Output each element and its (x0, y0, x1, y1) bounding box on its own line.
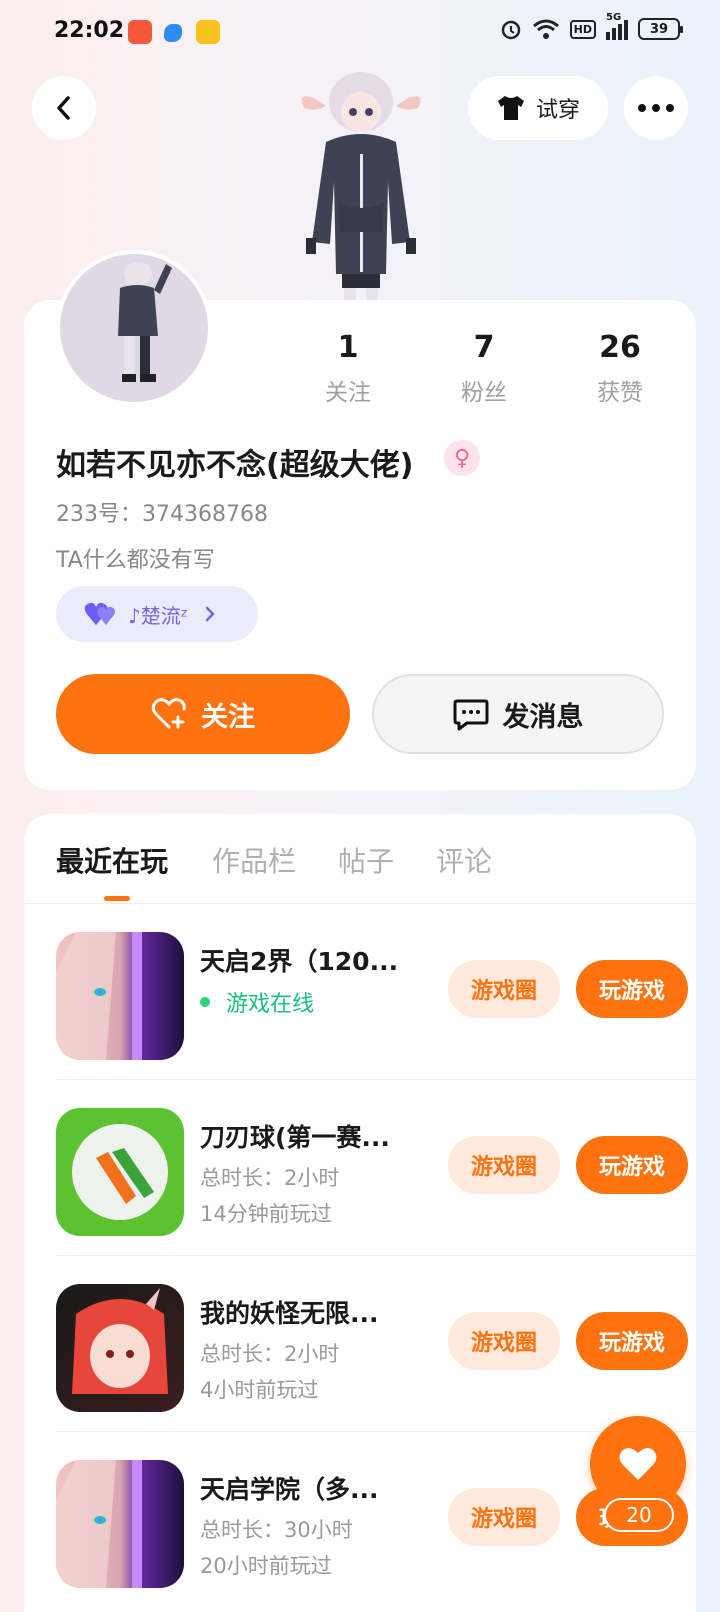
heart-plus-icon (151, 698, 186, 729)
game-circle-button[interactable]: 游戏圈 (448, 1136, 560, 1194)
last-played: 14分钟前玩过 (200, 1202, 332, 1226)
game-title: 天启2界（120... (200, 947, 399, 976)
more-button[interactable] (624, 76, 688, 140)
female-icon: ♀ (444, 440, 480, 476)
play-button[interactable]: 玩游戏 (576, 960, 688, 1018)
chat-icon (453, 699, 488, 731)
tab-works[interactable]: 作品栏 (212, 840, 296, 880)
list-item[interactable]: 天启2界（120... 游戏在线 游戏圈 玩游戏 (56, 904, 696, 1080)
nickname: 如若不见亦不念(超级大佬) (56, 448, 414, 483)
game-icon (56, 1108, 184, 1236)
app-notification-icon (164, 24, 182, 42)
bio: TA什么都没有写 (56, 548, 215, 573)
game-title: 天启学院（多... (200, 1475, 379, 1504)
hd-icon: HD (569, 19, 596, 39)
game-icon (56, 932, 184, 1060)
status-bar: 22:02 HD 5G 39 (0, 0, 720, 64)
stat-following-label: 关注 (325, 380, 371, 406)
signal-icon: 5G (606, 12, 628, 40)
app-notification-icon (196, 20, 220, 44)
battery-level: 39 (649, 21, 669, 37)
play-button[interactable]: 玩游戏 (576, 1136, 688, 1194)
user-id: 233号：374368768 (56, 502, 268, 527)
tryon-button[interactable]: 试穿 (468, 76, 608, 140)
tag-pill[interactable]: ♪楚流ᶻ (56, 586, 258, 642)
stat-likes-label: 获赞 (597, 380, 643, 406)
wifi-icon (532, 19, 559, 39)
back-button[interactable] (32, 76, 96, 140)
play-button[interactable]: 玩游戏 (576, 1312, 688, 1370)
stat-fans[interactable]: 7 粉丝 (424, 330, 544, 407)
recent-games-card: 最近在玩 作品栏 帖子 评论 天启2界（120... 游戏在线 游戏圈 玩游戏 … (24, 814, 696, 1612)
app-notification-icon (128, 20, 152, 44)
game-circle-button[interactable]: 游戏圈 (448, 1488, 560, 1546)
game-icon (56, 1460, 184, 1588)
message-button[interactable]: 发消息 (372, 674, 664, 754)
tag-label: ♪楚流ᶻ (128, 603, 189, 628)
profile-tabs: 最近在玩 作品栏 帖子 评论 (24, 814, 696, 904)
tab-recent[interactable]: 最近在玩 (56, 840, 168, 880)
network-label: 5G (606, 12, 622, 23)
stat-likes-value: 26 (599, 330, 641, 365)
last-played: 20小时前玩过 (200, 1554, 332, 1578)
last-played: 4小时前玩过 (200, 1378, 319, 1402)
play-duration: 总时长：2小时 (200, 1166, 340, 1190)
heart-pair-icon (84, 602, 115, 625)
play-duration: 总时长：2小时 (200, 1342, 340, 1366)
battery-icon: 39 (638, 18, 683, 40)
tab-active-indicator (104, 896, 130, 901)
follow-button[interactable]: 关注 (56, 674, 350, 754)
online-status: 游戏在线 (200, 986, 314, 1018)
stat-following-value: 1 (337, 330, 359, 365)
game-circle-button[interactable]: 游戏圈 (448, 1312, 560, 1370)
more-icon (638, 104, 674, 112)
game-title: 我的妖怪无限... (200, 1299, 379, 1328)
stat-likes[interactable]: 26 获赞 (560, 330, 680, 407)
chevron-right-icon (205, 606, 215, 622)
tryon-label: 试穿 (535, 98, 580, 123)
shirt-icon (497, 96, 524, 120)
game-title: 刀刃球(第一赛... (200, 1123, 390, 1152)
stat-fans-value: 7 (473, 330, 495, 365)
online-label: 游戏在线 (226, 992, 315, 1017)
status-time: 22:02 (54, 18, 125, 43)
like-count-badge: 20 (604, 1498, 674, 1532)
stat-fans-label: 粉丝 (461, 380, 507, 406)
stat-following[interactable]: 1 关注 (288, 330, 408, 407)
list-item[interactable]: 我的妖怪无限... 总时长：2小时 4小时前玩过 游戏圈 玩游戏 (56, 1256, 696, 1432)
play-duration: 总时长：30小时 (200, 1518, 353, 1542)
alarm-icon (501, 20, 520, 40)
game-circle-button[interactable]: 游戏圈 (448, 960, 560, 1018)
tab-comments[interactable]: 评论 (436, 840, 492, 880)
list-item[interactable]: 刀刃球(第一赛... 总时长：2小时 14分钟前玩过 游戏圈 玩游戏 (56, 1080, 696, 1256)
heart-icon (619, 1448, 657, 1480)
chevron-left-icon (57, 96, 70, 120)
game-icon (56, 1284, 184, 1412)
tab-posts[interactable]: 帖子 (338, 840, 394, 880)
message-label: 发消息 (502, 701, 584, 733)
avatar[interactable] (56, 250, 212, 406)
follow-label: 关注 (201, 701, 255, 733)
avatar-figure[interactable] (286, 62, 436, 302)
